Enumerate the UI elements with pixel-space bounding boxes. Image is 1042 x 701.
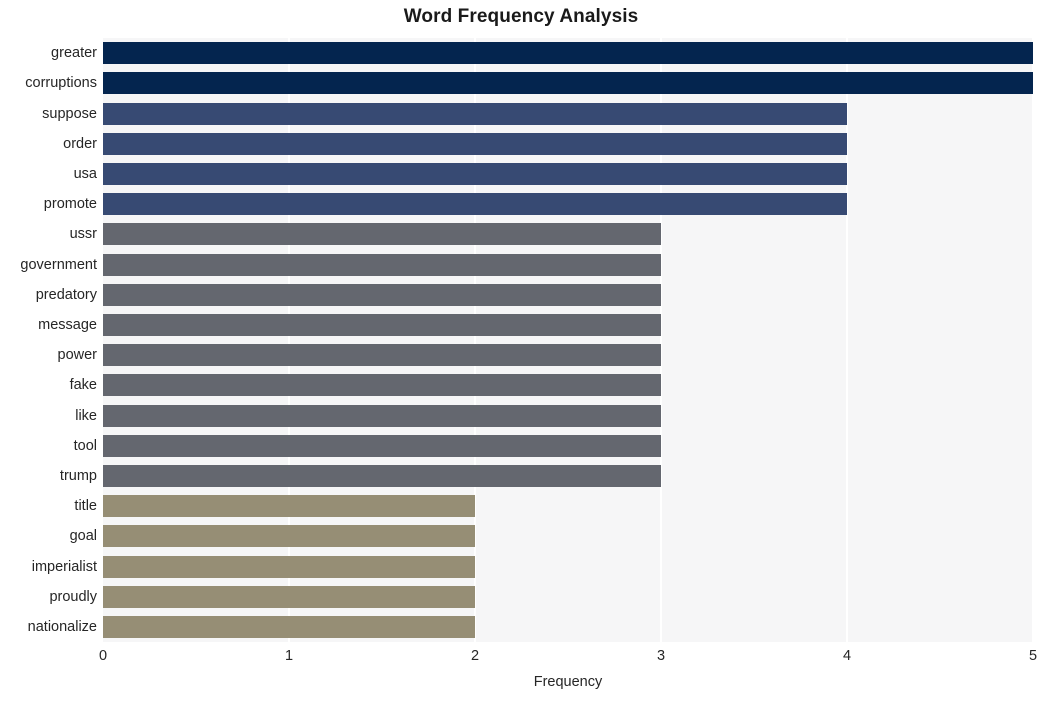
- bar: [103, 193, 847, 216]
- y-axis-tick-label: government: [20, 256, 97, 273]
- y-axis-tick-label: greater: [51, 45, 97, 62]
- bar: [103, 132, 847, 155]
- y-axis-tick-label: promote: [43, 196, 97, 213]
- bar: [103, 42, 1033, 65]
- bar: [103, 585, 475, 608]
- chart-title: Word Frequency Analysis: [403, 6, 639, 27]
- y-axis-tick-label: trump: [59, 467, 97, 484]
- x-axis-tick-label: 3: [656, 648, 666, 664]
- y-axis-tick-label: goal: [69, 528, 97, 545]
- y-axis-tick-label: like: [75, 407, 97, 424]
- y-axis-tick-label: corruptions: [25, 75, 97, 92]
- bar: [103, 615, 475, 638]
- bar: [103, 283, 661, 306]
- y-axis-tick-label: proudly: [49, 588, 97, 605]
- bar: [103, 464, 661, 487]
- x-axis-tick-labels: 0 1 2 3 4 5: [99, 648, 1037, 670]
- bar: [103, 72, 1033, 95]
- bar: [103, 434, 661, 457]
- x-axis-tick-label: 5: [1028, 648, 1038, 664]
- bar: [103, 102, 847, 125]
- y-axis-tick-label: ussr: [69, 226, 97, 243]
- y-axis-tick-label: suppose: [42, 105, 97, 122]
- x-axis-tick-label: 0: [98, 648, 108, 664]
- bar: [103, 495, 475, 518]
- y-axis-tick-label: title: [74, 498, 97, 515]
- y-axis-tick-label: predatory: [35, 286, 97, 303]
- bar: [103, 253, 661, 276]
- x-axis-title: Frequency: [533, 674, 603, 690]
- y-axis-tick-labels: greater corruptions suppose order usa promote…: [0, 38, 97, 642]
- bar: [103, 344, 661, 367]
- y-axis-tick-label: nationalize: [27, 618, 97, 635]
- word-frequency-chart: Word Frequency Analysis greater corruptio…: [0, 0, 1042, 701]
- bar: [103, 374, 661, 397]
- bar: [103, 555, 475, 578]
- bar: [103, 313, 661, 336]
- x-axis-tick-label: 2: [470, 648, 480, 664]
- bar: [103, 223, 661, 246]
- bar: [103, 525, 475, 548]
- bar: [103, 404, 661, 427]
- y-axis-tick-label: tool: [73, 437, 97, 454]
- y-axis-tick-label: usa: [73, 165, 97, 182]
- y-axis-tick-label: fake: [69, 377, 97, 394]
- y-axis-tick-label: order: [63, 135, 97, 152]
- y-axis-tick-label: message: [38, 316, 97, 333]
- y-axis-tick-label: imperialist: [31, 558, 97, 575]
- plot-area: [103, 38, 1034, 642]
- y-axis-tick-label: power: [57, 347, 98, 364]
- bars-layer: [103, 38, 1033, 642]
- x-axis-tick-label: 1: [284, 648, 294, 664]
- x-axis-tick-label: 4: [842, 648, 852, 664]
- bar: [103, 162, 847, 185]
